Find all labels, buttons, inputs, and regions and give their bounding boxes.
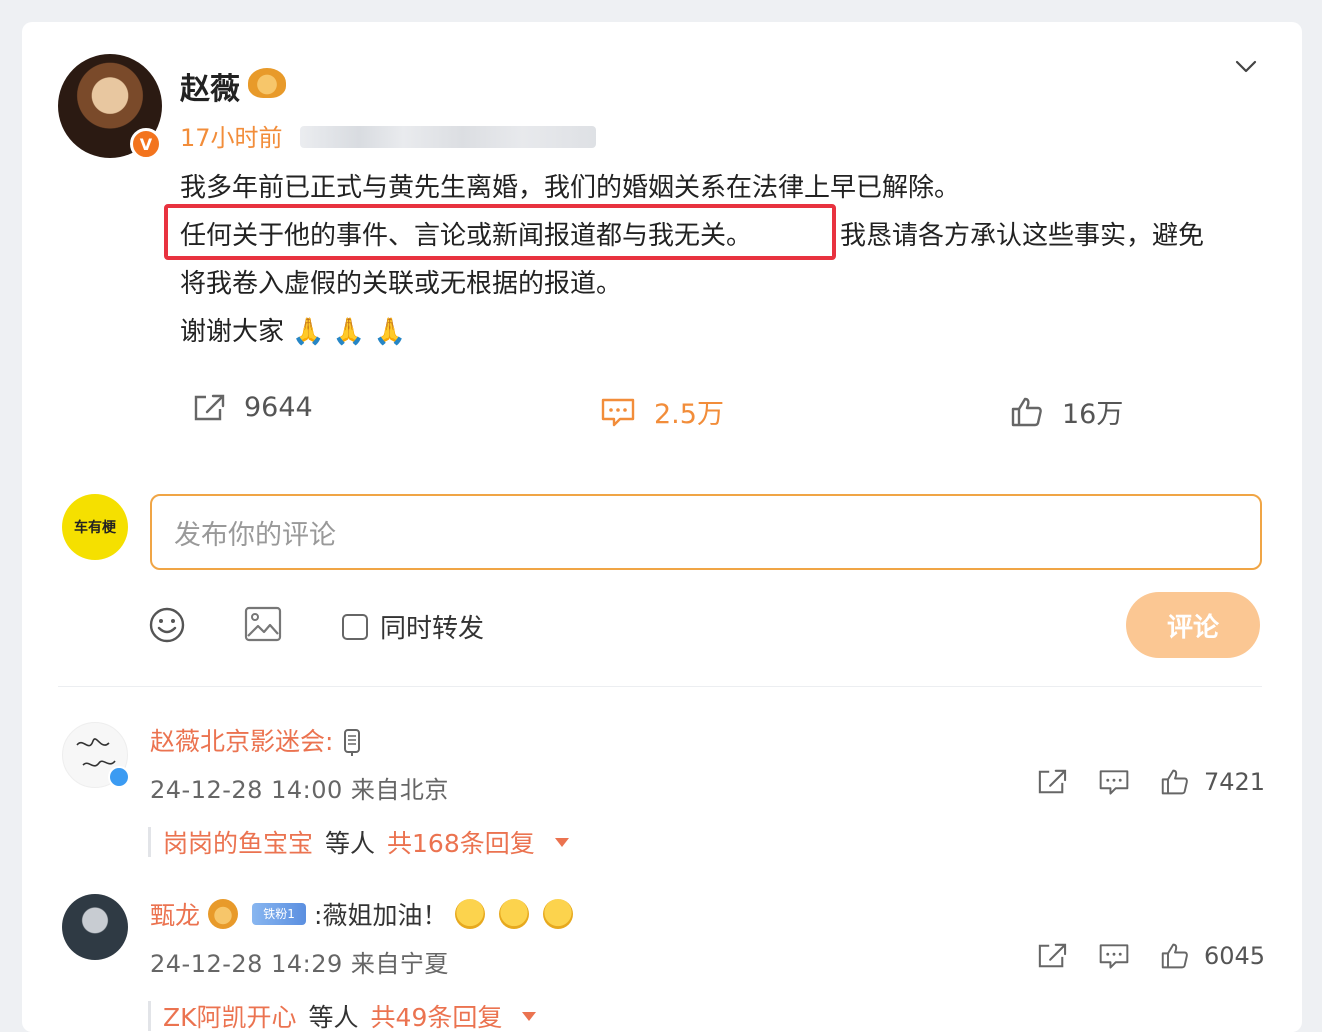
post-text-line-4: 谢谢大家 🙏 🙏 🙏 (180, 308, 406, 356)
blurred-source (300, 126, 596, 148)
like-button[interactable]: 16万 (1010, 392, 1123, 431)
comment-like-count: 6045 (1204, 942, 1266, 970)
fan-badge: 铁粉1 (252, 903, 307, 925)
post-text-line-2b: 我恳请各方承认这些事实，避免 (840, 221, 1205, 251)
like-count: 16万 (1062, 399, 1124, 430)
share-icon (194, 394, 225, 420)
highlight-box (164, 204, 836, 260)
comment-like[interactable]: 6045 (1160, 942, 1265, 970)
cheer-emoji-icon (455, 899, 486, 929)
repost-checkbox[interactable] (342, 613, 368, 640)
cheer-emoji-icon (543, 899, 574, 929)
author-name[interactable]: 赵薇 (180, 64, 240, 108)
repost-label: 同时转发 (380, 614, 485, 644)
like-icon (1161, 769, 1188, 795)
submit-comment-button[interactable]: 评论 (1126, 592, 1260, 658)
share-icon[interactable] (1036, 768, 1068, 796)
image-icon[interactable] (244, 606, 282, 642)
comment-text: :薇姐加油！ (314, 901, 448, 930)
reply-count[interactable]: 共168条回复 (387, 824, 535, 860)
comment-button[interactable]: 2.5万 (600, 392, 724, 431)
comment-meta: 24-12-28 14:29 来自宁夏 (150, 950, 449, 978)
verified-badge: V (130, 128, 162, 160)
comment-input[interactable]: 发布你的评论 (150, 494, 1262, 570)
comment-icon[interactable] (1098, 942, 1130, 970)
thanks-text: 谢谢大家 (180, 317, 285, 347)
comment-like[interactable]: 7421 (1160, 768, 1265, 796)
divider (58, 686, 1262, 687)
reply-count[interactable]: 共49条回复 (371, 998, 503, 1032)
comment-meta: 24-12-28 14:00 来自北京 (150, 776, 449, 804)
emoji-icon[interactable] (148, 606, 186, 644)
microphone-icon (344, 729, 361, 756)
comment-icon (601, 398, 635, 426)
repost-button[interactable]: 9644 (192, 392, 313, 423)
pray-emoji: 🙏 (292, 317, 325, 347)
expand-triangle-icon[interactable] (554, 837, 569, 847)
cheer-emoji-icon (499, 899, 530, 929)
crown-icon (208, 899, 239, 929)
share-icon[interactable] (1036, 942, 1068, 970)
like-icon (1011, 397, 1042, 426)
comment-icon[interactable] (1098, 768, 1130, 796)
comment-count: 2.5万 (654, 399, 724, 430)
my-avatar[interactable]: 车有梗 (62, 494, 128, 560)
post-text-line-3: 将我卷入虚假的关联或无根据的报道。 (180, 269, 623, 299)
expand-triangle-icon[interactable] (522, 1011, 537, 1021)
commenter-name[interactable]: 甄龙 (150, 896, 200, 932)
commenter-avatar[interactable] (62, 894, 128, 960)
reply-user[interactable]: ZK阿凯开心 (163, 998, 297, 1032)
reply-summary[interactable]: ZK阿凯开心 等人 共49条回复 (148, 998, 537, 1032)
chevron-down-icon[interactable] (1234, 54, 1258, 78)
repost-count: 9644 (244, 392, 313, 423)
pray-emoji: 🙏 (332, 317, 366, 347)
comment-actions: 6045 (1036, 942, 1265, 970)
pray-emoji: 🙏 (373, 317, 406, 347)
comment-actions: 7421 (1036, 768, 1265, 796)
like-icon (1161, 943, 1188, 969)
reply-others: 等人 (308, 1003, 359, 1032)
reply-rule (148, 827, 151, 857)
comment-like-count: 7421 (1204, 768, 1266, 796)
verified-blue-badge (108, 766, 130, 788)
reply-rule (148, 1001, 151, 1031)
reply-user[interactable]: 岗岗的鱼宝宝 (163, 824, 313, 860)
post-time[interactable]: 17小时前 (180, 118, 283, 153)
commenter-name-row: 甄龙 铁粉1 :薇姐加油！ (150, 896, 579, 932)
weibo-post-card: V 赵薇 17小时前 我多年前已正式与黄先生离婚，我们的婚姻关系在法律上早已解除… (22, 22, 1302, 1032)
repost-toggle[interactable]: 同时转发 (342, 608, 484, 645)
reply-others: 等人 (325, 829, 376, 858)
commenter-name[interactable]: 赵薇北京影迷会: (150, 722, 363, 758)
crown-icon (248, 68, 286, 98)
reply-summary[interactable]: 岗岗的鱼宝宝 等人 共168条回复 (148, 824, 569, 860)
